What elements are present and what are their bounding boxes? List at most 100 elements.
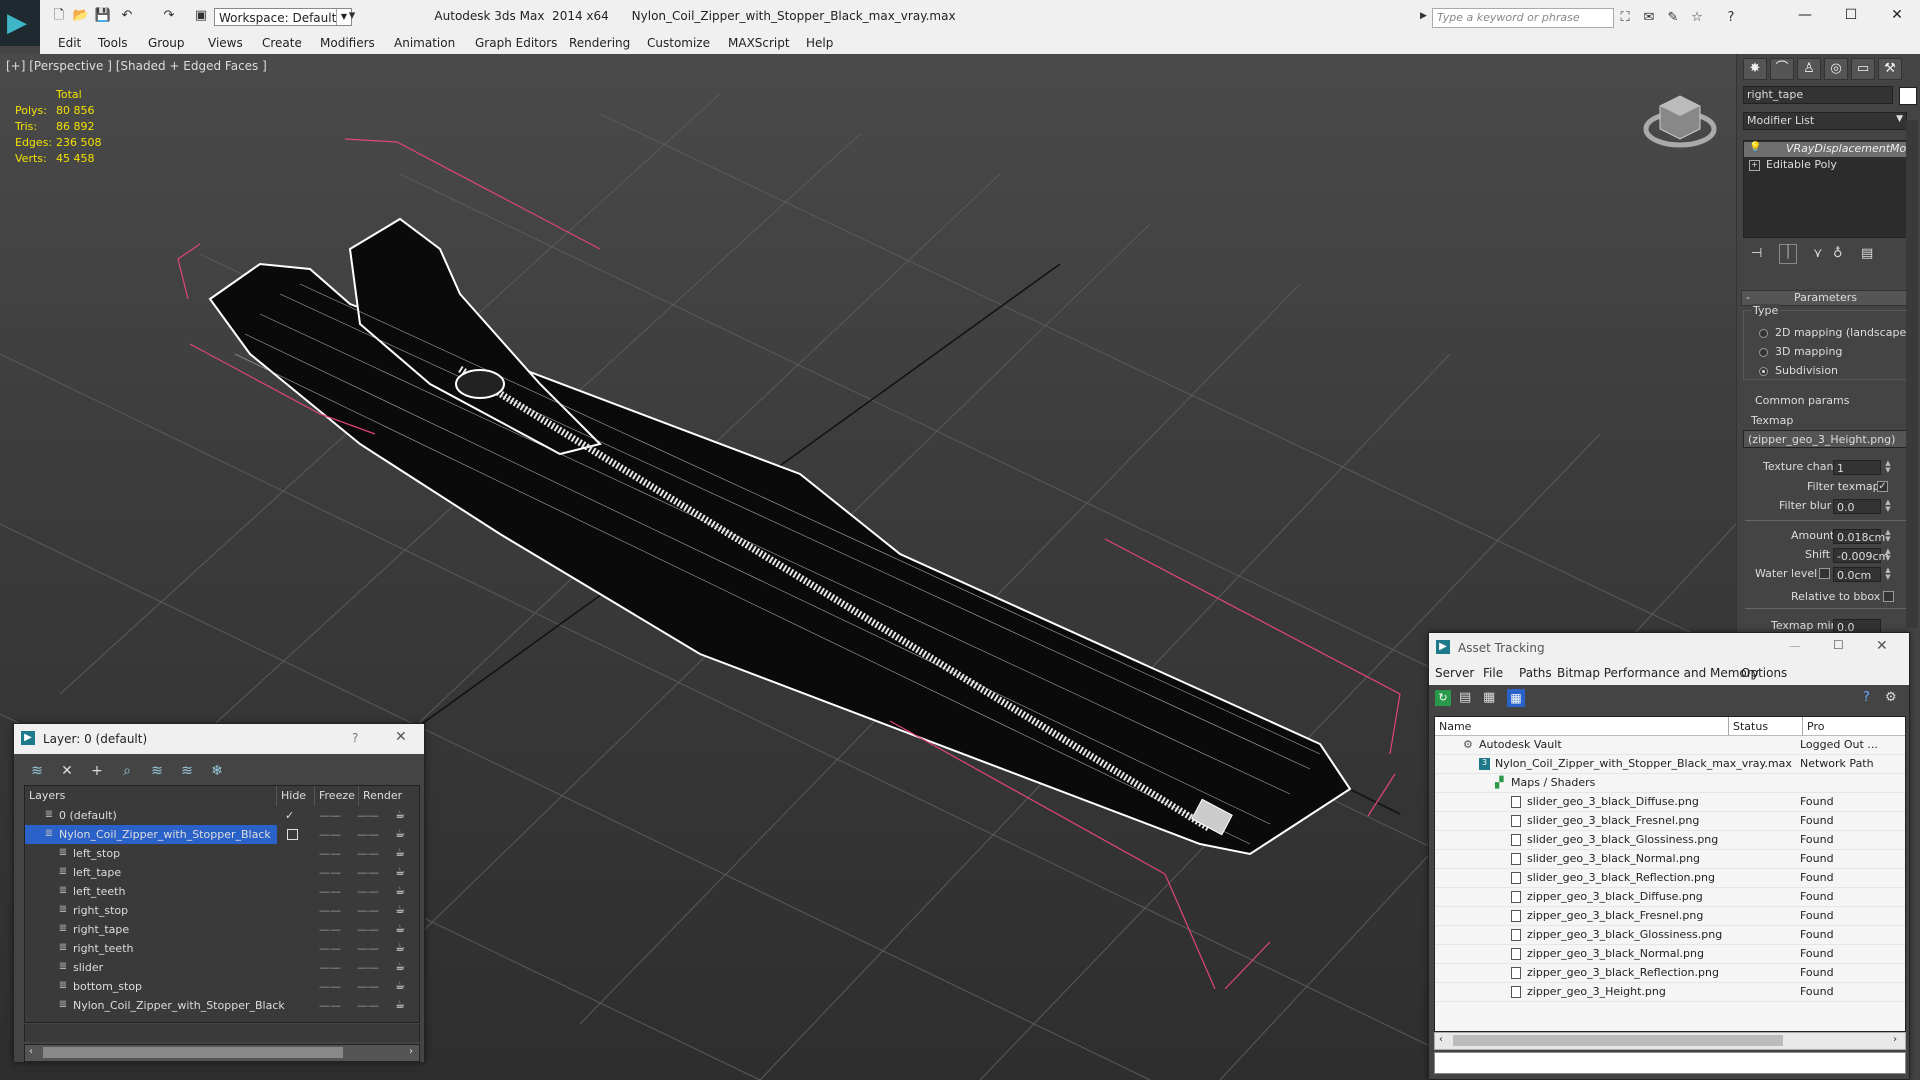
tools-icon[interactable]: ✎ (1664, 10, 1682, 26)
modifier-stack-item[interactable]: + Editable Poly (1744, 158, 1906, 173)
asset-row[interactable]: slider_geo_3_black_Normal.png Found (1435, 850, 1905, 869)
hide-toggle-icon[interactable]: —— (319, 920, 341, 939)
menu-animation[interactable]: Animation (390, 33, 459, 54)
asset-row[interactable]: ⚙ Autodesk Vault Logged Out ... (1435, 736, 1905, 755)
maximize-button[interactable]: ☐ (1828, 0, 1874, 33)
layer-row[interactable]: ≣ left_stop —— —— ☕ (25, 844, 419, 863)
hide-toggle-icon[interactable]: —— (319, 844, 341, 863)
menu-server[interactable]: Server (1431, 663, 1478, 684)
radio-subdivision[interactable] (1759, 367, 1768, 376)
render-teapot-icon[interactable]: ☕ (393, 979, 407, 993)
render-teapot-icon[interactable]: ☕ (393, 998, 407, 1012)
create-tab-icon[interactable]: ✸ (1743, 58, 1767, 80)
object-name-field[interactable]: right_tape (1743, 86, 1893, 104)
layer-dialog-titlebar[interactable]: ▶ Layer: 0 (default) ? ✕ (14, 724, 424, 754)
table-view-icon[interactable]: ▦ (1507, 689, 1525, 707)
spinner-icon[interactable]: ▲ ▼ (1883, 548, 1893, 562)
lightbulb-icon[interactable]: 💡 (1749, 142, 1761, 153)
layer-row[interactable]: ≣ slider —— —— ☕ (25, 958, 419, 977)
asset-row[interactable]: zipper_geo_3_black_Normal.png Found (1435, 945, 1905, 964)
create-layer-icon[interactable]: ≋ (26, 763, 48, 781)
list-view-icon[interactable]: ▤ (1459, 690, 1471, 705)
close-icon[interactable]: ✕ (1876, 638, 1888, 654)
freeze-all-icon[interactable]: ❄ (206, 763, 228, 781)
search-input[interactable]: Type a keyword or phrase (1432, 8, 1614, 28)
modifier-list-dropdown[interactable]: Modifier List ▼ (1743, 112, 1907, 130)
configure-sets-icon[interactable]: ▤ (1861, 246, 1873, 261)
refresh-icon[interactable]: ↻ (1435, 690, 1451, 706)
render-teapot-icon[interactable]: ☕ (393, 884, 407, 898)
freeze-toggle-icon[interactable]: —— (357, 996, 379, 1015)
freeze-toggle-icon[interactable]: —— (357, 863, 379, 882)
spinner-icon[interactable]: ▲ ▼ (1883, 567, 1893, 581)
hide-toggle-icon[interactable]: —— (319, 996, 341, 1015)
asset-row[interactable]: slider_geo_3_black_Diffuse.png Found (1435, 793, 1905, 812)
menu-paths[interactable]: Paths (1515, 663, 1556, 684)
render-teapot-icon[interactable]: ☕ (393, 960, 407, 974)
column-header-render[interactable]: Render (359, 786, 419, 806)
render-teapot-icon[interactable]: ☕ (393, 846, 407, 860)
modify-tab-icon[interactable]: ⌒ (1770, 58, 1794, 80)
layer-row[interactable]: ≣ right_teeth —— —— ☕ (25, 939, 419, 958)
asset-row[interactable]: ▞ Maps / Shaders (1435, 774, 1905, 793)
hide-all-icon[interactable]: ≋ (176, 763, 198, 781)
asset-row[interactable]: zipper_geo_3_Height.png Found (1435, 983, 1905, 1002)
texture-chan-input[interactable]: 1 (1833, 460, 1881, 475)
spinner-icon[interactable]: ▲ ▼ (1883, 529, 1893, 543)
render-teapot-icon[interactable]: ☕ (393, 903, 407, 917)
filter-blur-input[interactable]: 0.0 (1833, 499, 1881, 514)
column-header-hide[interactable]: Hide (277, 786, 315, 806)
viewport-label[interactable]: [+] [Perspective ] [Shaded + Edged Faces… (6, 59, 267, 73)
motion-tab-icon[interactable]: ◎ (1824, 58, 1848, 80)
maximize-button[interactable]: ☐ (1833, 638, 1844, 652)
column-header-proxy[interactable]: Pro (1803, 717, 1905, 736)
freeze-toggle-icon[interactable]: —— (357, 825, 379, 844)
asset-row[interactable]: slider_geo_3_black_Fresnel.png Found (1435, 812, 1905, 831)
asset-row[interactable]: zipper_geo_3_black_Glossiness.png Found (1435, 926, 1905, 945)
menu-rendering[interactable]: Rendering (565, 33, 634, 54)
display-tab-icon[interactable]: ▭ (1851, 58, 1875, 80)
remove-modifier-icon[interactable]: ♁ (1833, 246, 1843, 261)
freeze-toggle-icon[interactable]: —— (357, 882, 379, 901)
freeze-toggle-icon[interactable]: —— (357, 939, 379, 958)
hide-toggle-icon[interactable]: —— (319, 825, 341, 844)
menu-modifiers[interactable]: Modifiers (316, 33, 379, 54)
hide-toggle-icon[interactable]: —— (319, 882, 341, 901)
freeze-toggle-icon[interactable]: —— (357, 958, 379, 977)
help-icon[interactable]: ? (1722, 10, 1740, 26)
relative-bbox-checkbox[interactable] (1883, 591, 1894, 602)
star-icon[interactable]: ☆ (1688, 10, 1706, 26)
close-button[interactable]: ✕ (1874, 0, 1920, 33)
scroll-right-icon[interactable]: › (1893, 1034, 1897, 1045)
render-teapot-icon[interactable]: ☕ (393, 808, 407, 822)
menu-views[interactable]: Views (204, 33, 247, 54)
freeze-toggle-icon[interactable]: —— (357, 806, 379, 825)
water-level-input[interactable]: 0.0cm (1833, 567, 1881, 582)
column-header-name[interactable]: Name (1435, 717, 1729, 736)
render-teapot-icon[interactable]: ☕ (393, 941, 407, 955)
layer-row[interactable]: ≣ right_tape —— —— ☕ (25, 920, 419, 939)
texmap-button[interactable]: (zipper_geo_3_Height.png) (1743, 430, 1907, 448)
layer-row[interactable]: ≣ bottom_stop —— —— ☕ (25, 977, 419, 996)
menu-tools[interactable]: Tools (94, 33, 132, 54)
layer-row[interactable]: ≣ right_stop —— —— ☕ (25, 901, 419, 920)
command-panel-scrollbar[interactable] (1906, 120, 1918, 628)
menu-graph-editors[interactable]: Graph Editors (471, 33, 561, 54)
asset-row[interactable]: zipper_geo_3_black_Fresnel.png Found (1435, 907, 1905, 926)
spinner-icon[interactable]: ▲ ▼ (1883, 499, 1893, 513)
filter-texmap-checkbox[interactable]: ✓ (1877, 481, 1888, 492)
asset-row[interactable]: zipper_geo_3_black_Diffuse.png Found (1435, 888, 1905, 907)
thumbnail-view-icon[interactable]: ▦ (1483, 690, 1495, 705)
hide-toggle-icon[interactable]: —— (319, 806, 341, 825)
asset-row[interactable]: slider_geo_3_black_Glossiness.png Found (1435, 831, 1905, 850)
show-end-result-icon[interactable]: ⏐ (1779, 244, 1797, 264)
render-teapot-icon[interactable]: ☕ (393, 922, 407, 936)
menu-file[interactable]: File (1479, 663, 1507, 684)
hide-toggle-icon[interactable]: —— (319, 863, 341, 882)
help-button[interactable]: ? (352, 731, 358, 745)
asset-horizontal-scrollbar[interactable]: ‹ › (1434, 1032, 1906, 1050)
freeze-toggle-icon[interactable]: —— (357, 844, 379, 863)
utilities-tab-icon[interactable]: ⚒ (1878, 58, 1902, 80)
column-header-freeze[interactable]: Freeze (315, 786, 359, 806)
radio-2d-mapping[interactable] (1759, 329, 1768, 338)
